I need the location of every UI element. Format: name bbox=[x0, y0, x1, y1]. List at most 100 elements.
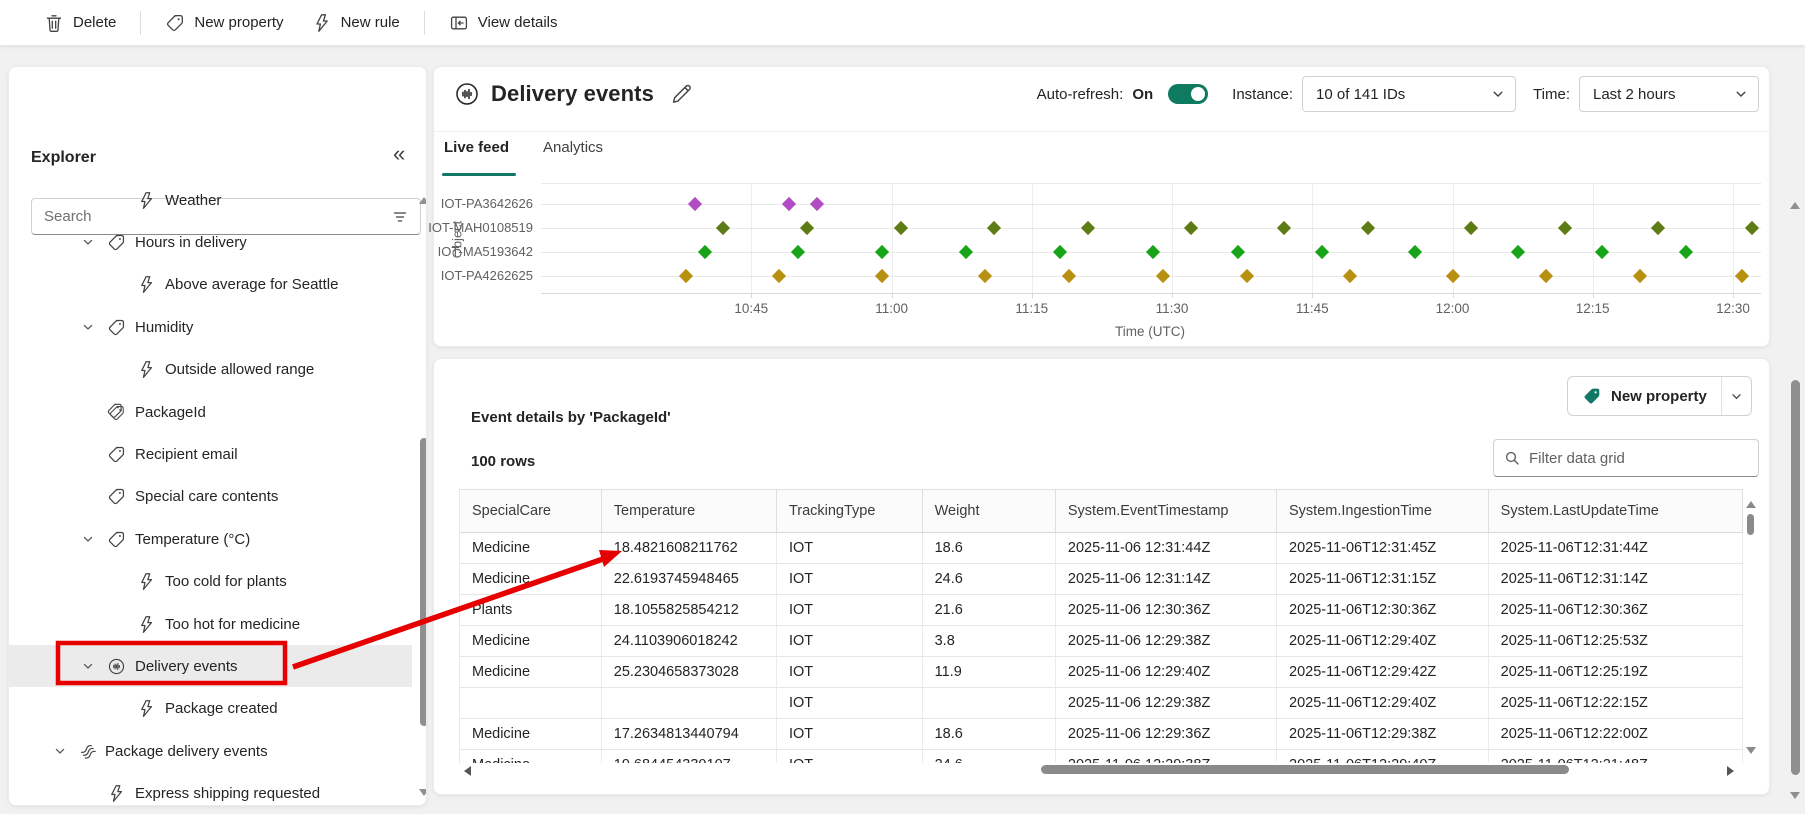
new-property-dropdown[interactable] bbox=[1722, 377, 1751, 415]
data-point[interactable] bbox=[772, 269, 786, 283]
data-point[interactable] bbox=[679, 269, 693, 283]
sidebar-item-too-cold-for-plants[interactable]: Too cold for plants bbox=[9, 561, 412, 603]
new-property-button[interactable]: New property bbox=[151, 6, 297, 40]
column-header-specialcare[interactable]: SpecialCare bbox=[460, 490, 601, 532]
data-point[interactable] bbox=[1558, 221, 1572, 235]
data-point[interactable] bbox=[1277, 221, 1291, 235]
grid-scroll-down-icon[interactable] bbox=[1746, 747, 1756, 754]
sidebar-item-temperature-c-[interactable]: Temperature (°C) bbox=[9, 518, 412, 560]
column-header-system-ingestiontime[interactable]: System.IngestionTime bbox=[1277, 490, 1489, 532]
sidebar-item-recipient-email[interactable]: Recipient email bbox=[9, 433, 412, 475]
sidebar-item-delivery-events[interactable]: Delivery events bbox=[9, 645, 412, 687]
data-point[interactable] bbox=[1343, 269, 1357, 283]
sidebar-scrollbar-thumb[interactable] bbox=[420, 438, 427, 726]
data-point[interactable] bbox=[791, 245, 805, 259]
data-point[interactable] bbox=[688, 197, 702, 211]
data-point[interactable] bbox=[1651, 221, 1665, 235]
data-point[interactable] bbox=[1156, 269, 1170, 283]
table-row[interactable]: Medicine18.4821608211762IOT18.62025-11-0… bbox=[460, 532, 1743, 563]
data-point[interactable] bbox=[716, 221, 730, 235]
sidebar-item-packageid[interactable]: PackageId bbox=[9, 391, 412, 433]
data-point[interactable] bbox=[810, 197, 824, 211]
table-row[interactable]: Plants18.1055825854212IOT21.62025-11-06 … bbox=[460, 594, 1743, 625]
grid-vscrollbar-thumb[interactable] bbox=[1747, 514, 1754, 535]
data-point[interactable] bbox=[1745, 221, 1759, 235]
chevron-down-icon[interactable] bbox=[81, 532, 95, 546]
data-point[interactable] bbox=[875, 269, 889, 283]
sidebar-item-outside-allowed-range[interactable]: Outside allowed range bbox=[9, 349, 412, 391]
grid-filter-box bbox=[1493, 439, 1759, 477]
sidebar-item-package-created[interactable]: Package created bbox=[9, 688, 412, 730]
data-point[interactable] bbox=[1146, 245, 1160, 259]
new-rule-button[interactable]: New rule bbox=[298, 6, 414, 40]
data-point[interactable] bbox=[1053, 245, 1067, 259]
data-point[interactable] bbox=[1315, 245, 1329, 259]
sidebar-item-express-shipping-requested[interactable]: Express shipping requested bbox=[9, 773, 412, 806]
chevron-down-icon[interactable] bbox=[81, 659, 95, 673]
table-row[interactable]: Medicine17.2634813440794IOT18.62025-11-0… bbox=[460, 718, 1743, 749]
chevron-down-icon[interactable] bbox=[81, 320, 95, 334]
chevron-down-icon[interactable] bbox=[81, 235, 95, 249]
data-point[interactable] bbox=[782, 197, 796, 211]
column-header-temperature[interactable]: Temperature bbox=[601, 490, 776, 532]
data-point[interactable] bbox=[1735, 269, 1749, 283]
column-header-weight[interactable]: Weight bbox=[922, 490, 1055, 532]
data-point[interactable] bbox=[987, 221, 1001, 235]
data-point[interactable] bbox=[1230, 245, 1244, 259]
view-details-button[interactable]: View details bbox=[435, 6, 572, 40]
data-point[interactable] bbox=[959, 245, 973, 259]
table-row[interactable]: Medicine22.6193745948465IOT24.62025-11-0… bbox=[460, 563, 1743, 594]
table-row[interactable]: Medicine25.2304658373028IOT11.92025-11-0… bbox=[460, 656, 1743, 687]
data-point[interactable] bbox=[1539, 269, 1553, 283]
grid-hscrollbar-thumb[interactable] bbox=[1041, 765, 1569, 774]
table-cell: 2025-11-06 12:29:36Z bbox=[1055, 718, 1276, 749]
data-point[interactable] bbox=[978, 269, 992, 283]
eventstream-icon bbox=[107, 657, 126, 676]
collapse-panel-icon[interactable]: « bbox=[393, 141, 405, 167]
chevron-down-icon[interactable] bbox=[53, 744, 67, 758]
table-row[interactable]: Medicine24.1103906018242IOT3.82025-11-06… bbox=[460, 625, 1743, 656]
sidebar-item-too-hot-for-medicine[interactable]: Too hot for medicine bbox=[9, 603, 412, 645]
column-header-system-eventtimestamp[interactable]: System.EventTimestamp bbox=[1055, 490, 1276, 532]
table-cell: 18.6 bbox=[922, 532, 1055, 563]
data-point[interactable] bbox=[1464, 221, 1478, 235]
sidebar-item-weather[interactable]: Weather bbox=[9, 179, 412, 221]
details-title: Event details by 'PackageId' bbox=[471, 409, 671, 426]
data-point[interactable] bbox=[1081, 221, 1095, 235]
data-point[interactable] bbox=[800, 221, 814, 235]
x-tick-label: 12:00 bbox=[1423, 301, 1483, 316]
data-point[interactable] bbox=[1511, 245, 1525, 259]
data-point[interactable] bbox=[1361, 221, 1375, 235]
data-point[interactable] bbox=[875, 245, 889, 259]
scroll-down-icon[interactable] bbox=[419, 789, 427, 796]
data-point[interactable] bbox=[1445, 269, 1459, 283]
sidebar-item-hours-in-delivery[interactable]: Hours in delivery bbox=[9, 221, 412, 263]
grid-scroll-left-icon[interactable] bbox=[464, 766, 471, 776]
delete-button[interactable]: Delete bbox=[30, 6, 130, 40]
search-icon bbox=[1504, 450, 1521, 467]
data-point[interactable] bbox=[1595, 245, 1609, 259]
data-point[interactable] bbox=[1062, 269, 1076, 283]
column-header-trackingtype[interactable]: TrackingType bbox=[776, 490, 922, 532]
table-row[interactable]: IOT2025-11-06 12:29:38Z2025-11-06T12:29:… bbox=[460, 687, 1743, 718]
new-property-button[interactable]: New property bbox=[1568, 377, 1722, 415]
page-scroll-up-icon[interactable] bbox=[1790, 202, 1800, 209]
data-point[interactable] bbox=[894, 221, 908, 235]
data-point[interactable] bbox=[1632, 269, 1646, 283]
sidebar-item-above-average-for-seattle[interactable]: Above average for Seattle bbox=[9, 264, 412, 306]
page-scroll-down-icon[interactable] bbox=[1790, 792, 1800, 799]
data-point[interactable] bbox=[1679, 245, 1693, 259]
sidebar-item-special-care-contents[interactable]: Special care contents bbox=[9, 476, 412, 518]
grid-scroll-right-icon[interactable] bbox=[1727, 766, 1734, 776]
data-point[interactable] bbox=[1408, 245, 1422, 259]
sidebar-item-humidity[interactable]: Humidity bbox=[9, 306, 412, 348]
column-header-system-lastupdatetime[interactable]: System.LastUpdateTime bbox=[1488, 490, 1742, 532]
data-point[interactable] bbox=[1184, 221, 1198, 235]
filter-data-grid-input[interactable] bbox=[1529, 450, 1748, 467]
table-row[interactable]: Medicine19.684454330107IOT24.62025-11-06… bbox=[460, 749, 1743, 763]
sidebar-item-package-delivery-events[interactable]: Package delivery events bbox=[9, 730, 412, 772]
grid-scroll-up-icon[interactable] bbox=[1746, 501, 1756, 508]
data-point[interactable] bbox=[1240, 269, 1254, 283]
page-scrollbar-thumb[interactable] bbox=[1791, 380, 1800, 775]
data-point[interactable] bbox=[698, 245, 712, 259]
